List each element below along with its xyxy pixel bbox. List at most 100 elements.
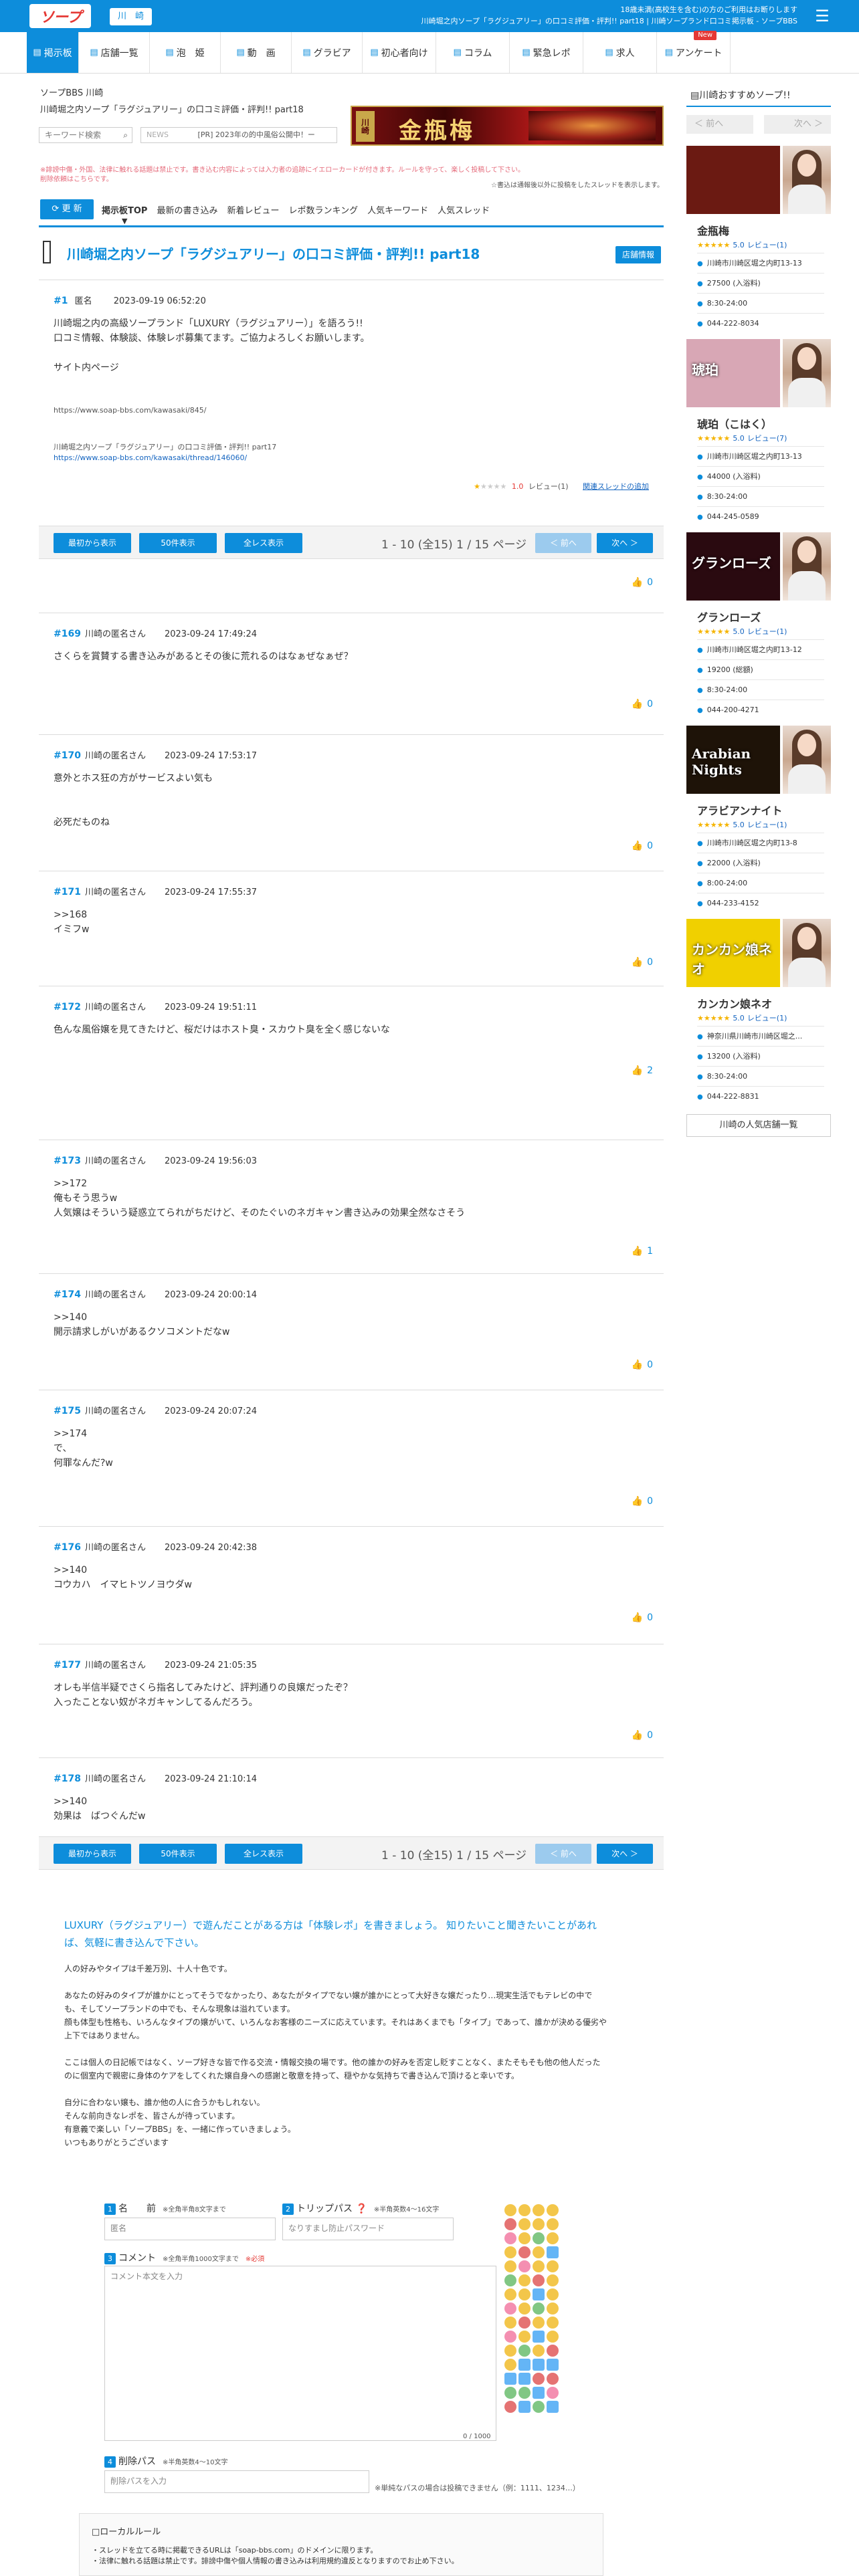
like-button[interactable]: 👍0 — [632, 841, 653, 851]
emoji-icon[interactable] — [533, 2260, 545, 2272]
emoji-icon[interactable] — [504, 2274, 516, 2286]
tab-link-3[interactable]: レポ数ランキング — [288, 206, 358, 216]
shop-review-count[interactable]: レビュー(1) — [747, 627, 787, 636]
shop-tel-text[interactable]: 044-200-4271 — [707, 706, 759, 714]
nav-item-9[interactable]: ▤ アンケート New — [657, 31, 731, 73]
emoji-icon[interactable] — [518, 2345, 531, 2357]
emoji-icon[interactable] — [547, 2204, 559, 2216]
emoji-icon[interactable] — [518, 2274, 531, 2286]
delete-request-link[interactable]: 削除依頼はこちらです。 — [40, 175, 524, 185]
shop-card[interactable]: 金瓶梅 ★★★★★ 5.0 レビュー(1) ● 川崎市川崎区堀之内町13-13 ● 27500… — [686, 146, 831, 356]
tab-link-4[interactable]: 人気キーワード — [367, 206, 428, 216]
tab-link-2[interactable]: 新着レビュー — [227, 206, 279, 216]
shop-image[interactable]: 琥珀 — [686, 339, 780, 407]
like-button[interactable]: 👍0 — [632, 699, 653, 710]
shop-card[interactable]: グランローズ グランローズ ★★★★★ 5.0 レビュー(1) ● 川崎市川崎区堀之内町13… — [686, 532, 831, 742]
emoji-icon[interactable] — [504, 2345, 516, 2357]
shop-card[interactable]: 琥珀 琥珀（こはく） ★★★★★ 5.0 レビュー(7) ● 川崎市川崎区堀之内町13-13… — [686, 339, 831, 549]
emoji-icon[interactable] — [518, 2331, 531, 2343]
nav-item-3[interactable]: ▤ 動 画 — [221, 32, 292, 73]
shop-name[interactable]: カンカン娘ネオ — [697, 995, 772, 1011]
emoji-icon[interactable] — [504, 2260, 516, 2272]
girl-photo[interactable] — [783, 146, 831, 214]
shop-name[interactable]: 琥珀（こはく） — [697, 415, 772, 431]
emoji-icon[interactable] — [504, 2317, 516, 2329]
shop-review-count[interactable]: レビュー(1) — [747, 821, 787, 829]
post-number[interactable]: #172 — [54, 1002, 81, 1012]
shop-review-count[interactable]: レビュー(7) — [747, 434, 787, 443]
post-number[interactable]: #1 — [54, 296, 68, 306]
emoji-icon[interactable] — [518, 2302, 531, 2315]
emoji-icon[interactable] — [504, 2288, 516, 2300]
sidebar-prev-button[interactable]: ＜ 前へ — [686, 115, 753, 134]
emoji-icon[interactable] — [547, 2401, 559, 2413]
shop-tel-text[interactable]: 044-233-4152 — [707, 899, 759, 907]
shop-tel-text[interactable]: 044-222-8034 — [707, 319, 759, 328]
breadcrumb-bbs[interactable]: ソープBBS 川崎 — [40, 86, 664, 98]
nav-item-6[interactable]: ▤ コラム — [436, 32, 510, 73]
tab-link-5[interactable]: 人気スレッド — [438, 206, 490, 216]
shop-image[interactable] — [686, 146, 780, 214]
show-all-button[interactable]: 全レス表示 — [225, 1844, 302, 1864]
post-number[interactable]: #174 — [54, 1289, 81, 1300]
shop-tel-text[interactable]: 044-222-8831 — [707, 1092, 759, 1101]
site-logo[interactable]: ソープ — [29, 4, 91, 28]
shop-card[interactable]: Arabian Nights アラビアンナイト ★★★★★ 5.0 レビュー(1) ● 川崎… — [686, 726, 831, 936]
keyword-search-input[interactable]: キーワード検索 ⌕ — [39, 127, 132, 143]
emoji-icon[interactable] — [533, 2401, 545, 2413]
show-first-button[interactable]: 最初から表示 — [54, 533, 131, 553]
emoji-icon[interactable] — [547, 2288, 559, 2300]
emoji-icon[interactable] — [518, 2288, 531, 2300]
emoji-icon[interactable] — [504, 2302, 516, 2315]
emoji-icon[interactable] — [547, 2317, 559, 2329]
emoji-icon[interactable] — [504, 2232, 516, 2244]
emoji-icon[interactable] — [533, 2331, 545, 2343]
post-number[interactable]: #170 — [54, 750, 81, 761]
shop-tel-text[interactable]: 044-245-0589 — [707, 512, 759, 521]
emoji-icon[interactable] — [547, 2331, 559, 2343]
post-number[interactable]: #173 — [54, 1156, 81, 1166]
emoji-icon[interactable] — [518, 2246, 531, 2258]
like-button[interactable]: 👍0 — [632, 957, 653, 968]
like-button[interactable]: 👍0 — [632, 1730, 653, 1741]
prev-thread-link[interactable]: https://www.soap-bbs.com/kawasaki/thread… — [54, 453, 276, 463]
emoji-icon[interactable] — [533, 2218, 545, 2230]
show-first-button[interactable]: 最初から表示 — [54, 1844, 131, 1864]
emoji-icon[interactable] — [518, 2387, 531, 2399]
emoji-icon[interactable] — [547, 2232, 559, 2244]
prev-page-button[interactable]: ＜ 前へ — [535, 1844, 591, 1864]
emoji-icon[interactable] — [533, 2317, 545, 2329]
hamburger-icon[interactable]: ☰ — [814, 7, 831, 25]
shop-name[interactable]: グランローズ — [697, 609, 761, 625]
shop-name[interactable]: 金瓶梅 — [697, 222, 729, 238]
emoji-icon[interactable] — [533, 2274, 545, 2286]
like-button[interactable]: 👍0 — [632, 1360, 653, 1370]
shop-image[interactable]: Arabian Nights — [686, 726, 780, 794]
show-all-button[interactable]: 全レス表示 — [225, 533, 302, 553]
emoji-icon[interactable] — [533, 2345, 545, 2357]
shop-card[interactable]: カンカン娘ネオ カンカン娘ネオ ★★★★★ 5.0 レビュー(1) ● 神奈川県川崎市川崎区… — [686, 919, 831, 1129]
trip-input[interactable]: なりすまし防止パスワード — [282, 2218, 454, 2240]
name-input[interactable]: 匿名 — [104, 2218, 276, 2240]
next-page-button[interactable]: 次へ ＞ — [597, 1844, 653, 1864]
show-50-button[interactable]: 50件表示 — [139, 533, 217, 553]
emoji-icon[interactable] — [504, 2387, 516, 2399]
girl-photo[interactable] — [783, 919, 831, 987]
help-icon[interactable]: ❓ — [355, 2204, 367, 2214]
news-ticker[interactable]: NEWS [PR] 2023年の的中風俗公開中！ー — [140, 127, 337, 143]
review-count[interactable]: レビュー(1) — [529, 482, 569, 491]
area-selector[interactable]: 川 崎 — [110, 8, 153, 25]
emoji-icon[interactable] — [533, 2359, 545, 2371]
emoji-icon[interactable] — [504, 2359, 516, 2371]
shop-name[interactable]: アラビアンナイト — [697, 802, 782, 818]
delete-pass-input[interactable]: 削除パスを入力 — [104, 2470, 369, 2493]
emoji-icon[interactable] — [547, 2387, 559, 2399]
nav-item-7[interactable]: ▤ 緊急レポ — [510, 32, 583, 73]
girl-photo[interactable] — [783, 339, 831, 407]
emoji-icon[interactable] — [533, 2246, 545, 2258]
emoji-icon[interactable] — [518, 2373, 531, 2385]
emoji-icon[interactable] — [504, 2218, 516, 2230]
like-button[interactable]: 👍0 — [632, 577, 653, 588]
emoji-icon[interactable] — [547, 2359, 559, 2371]
emoji-icon[interactable] — [518, 2232, 531, 2244]
